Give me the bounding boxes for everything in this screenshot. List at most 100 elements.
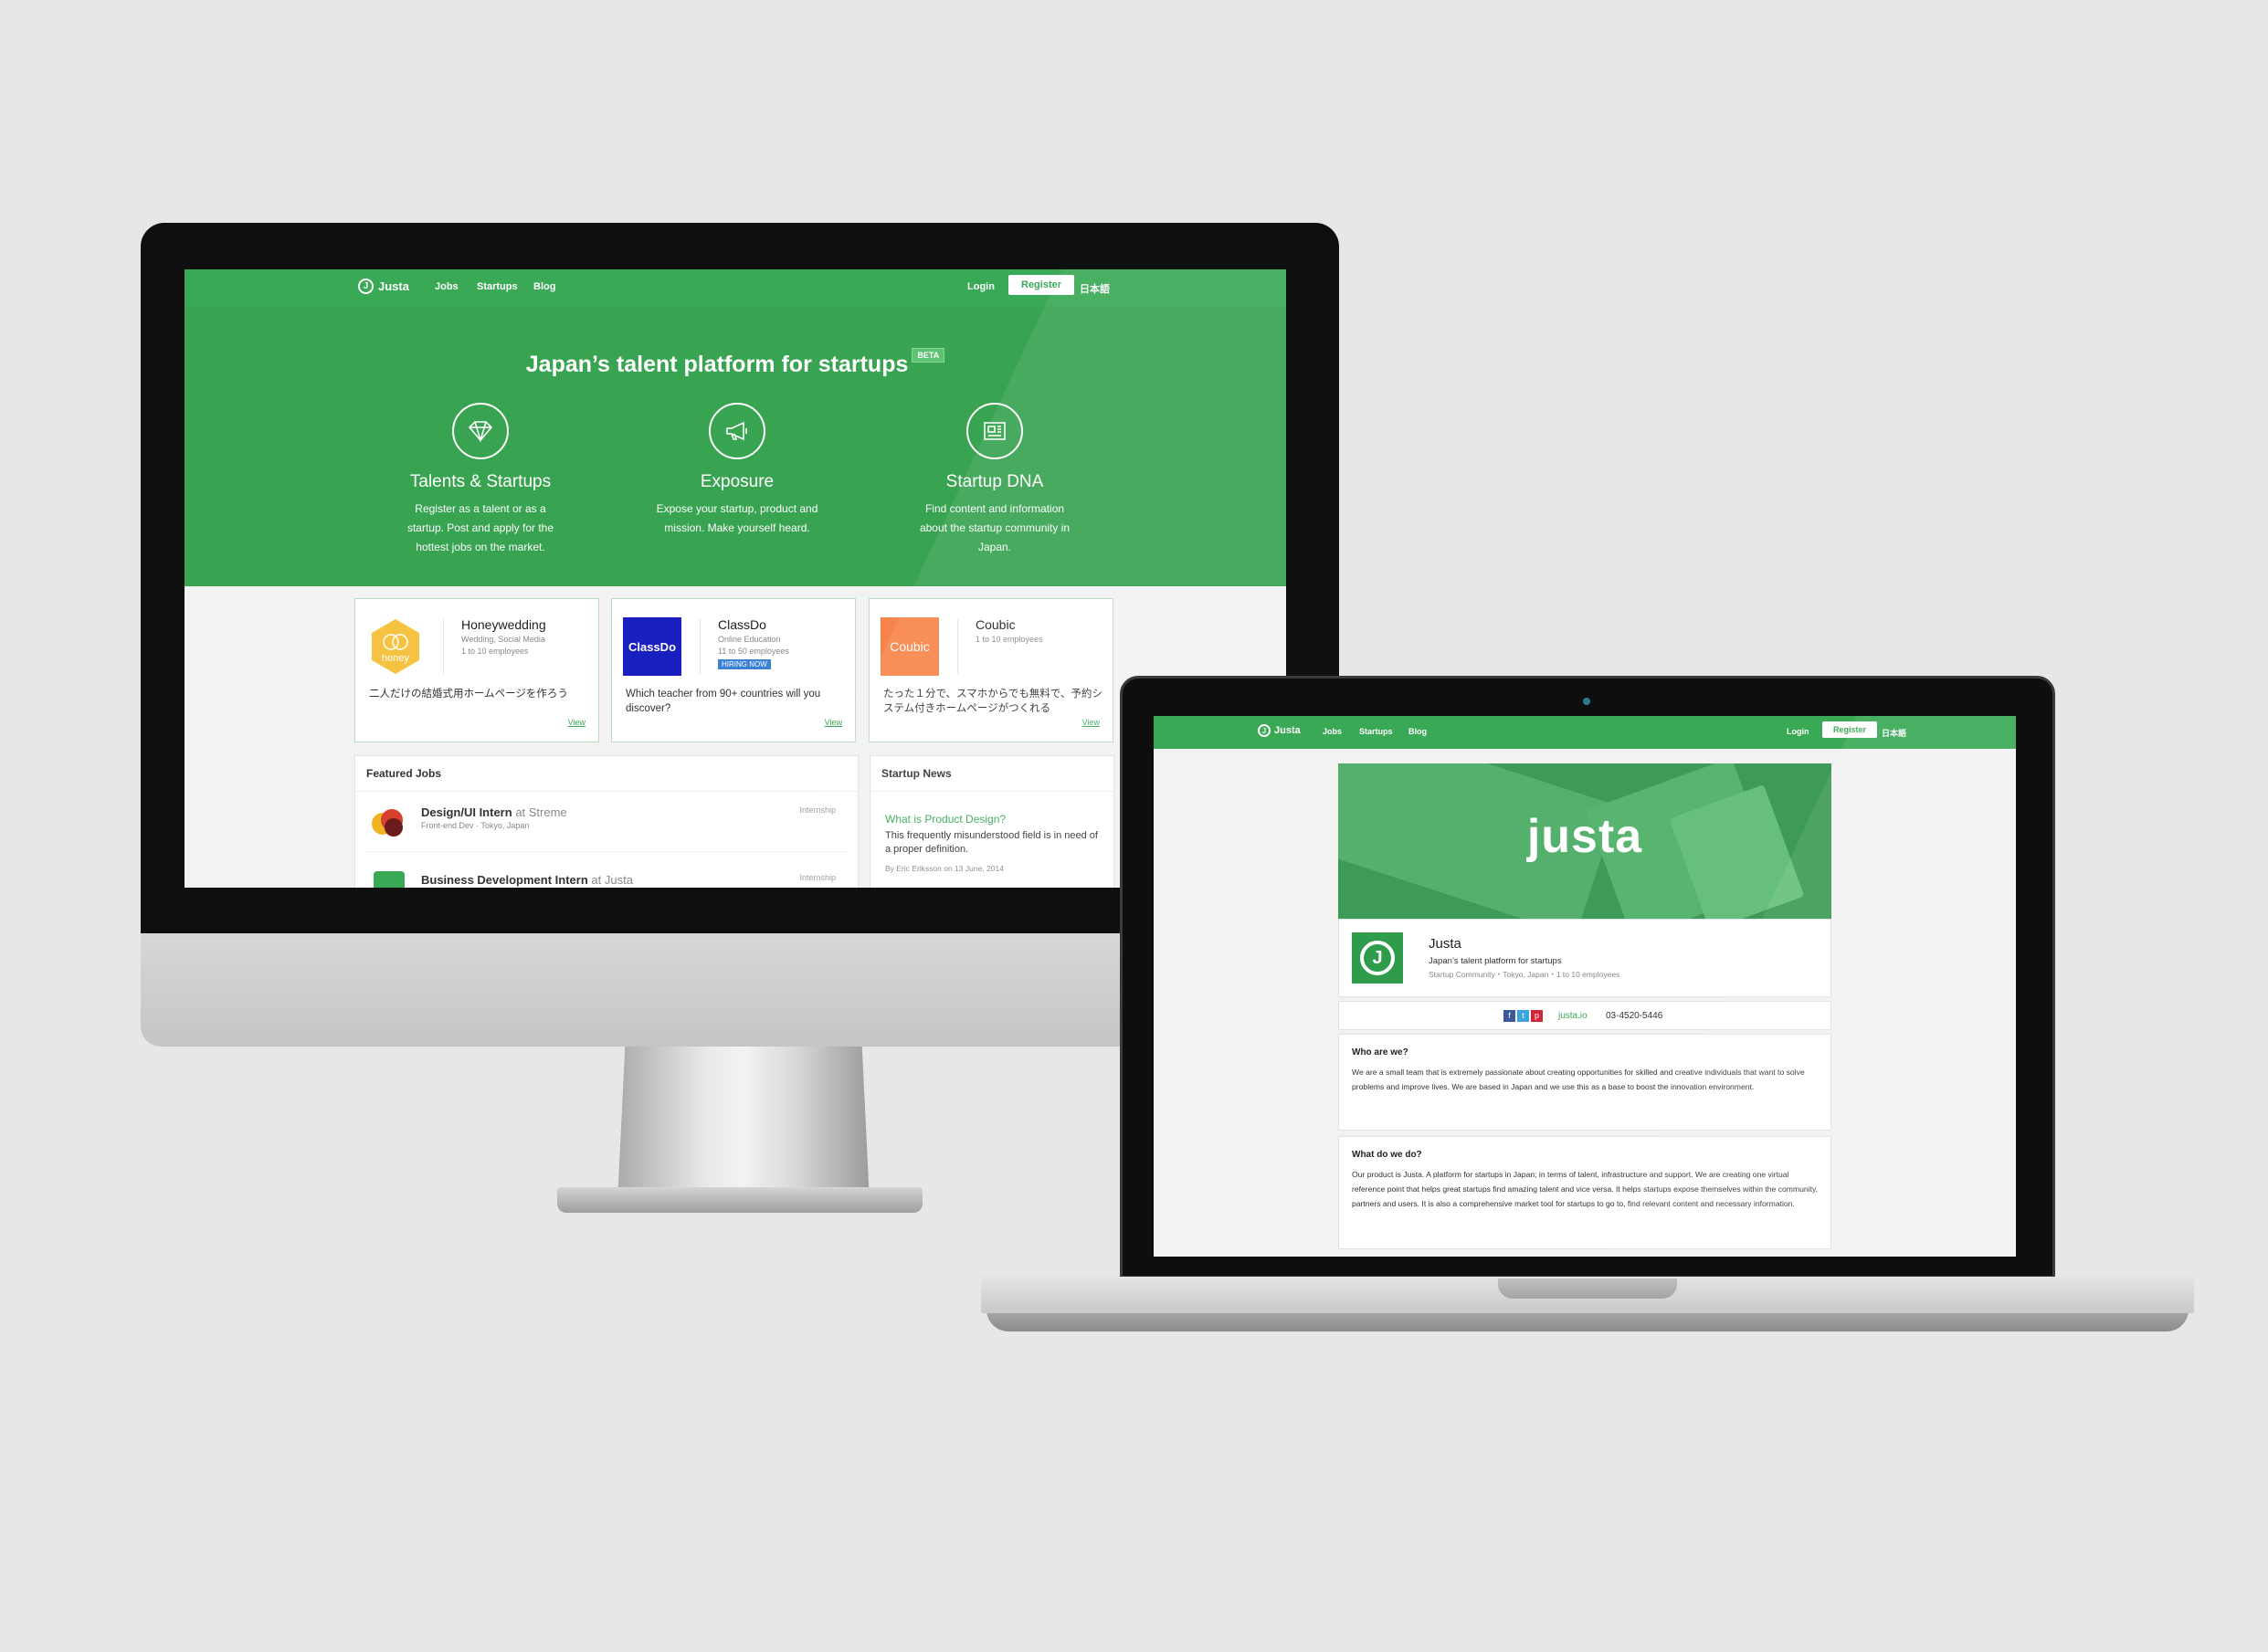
- profile-tagline: Japan’s talent platform for startups: [1429, 956, 1562, 966]
- job-title: Business Development Intern at Justa: [421, 873, 633, 887]
- nav-jobs-link[interactable]: Jobs: [435, 281, 459, 292]
- card-divider: [700, 619, 701, 674]
- profile-name: Justa: [1429, 936, 1461, 952]
- justa-logo[interactable]: J Justa: [1258, 724, 1301, 737]
- justa-logo-icon: J: [358, 279, 374, 294]
- newspaper-icon: [966, 403, 1023, 459]
- feature-title: Exposure: [700, 472, 775, 491]
- diamond-icon: [452, 403, 509, 459]
- language-link[interactable]: 日本語: [1080, 281, 1110, 296]
- startup-news-panel: Startup News What is Product Design? Thi…: [870, 755, 1114, 888]
- feature-title: Talents & Startups: [409, 472, 552, 491]
- laptop-notch: [1498, 1278, 1677, 1299]
- section-title: What do we do?: [1352, 1150, 1422, 1160]
- view-link[interactable]: View: [568, 718, 585, 727]
- justa-logo[interactable]: J Justa: [358, 279, 409, 294]
- job-subtitle: Front-end Dev · Tokyo, Japan: [421, 821, 530, 830]
- register-button[interactable]: Register: [1008, 275, 1075, 295]
- feature-exposure: Exposure Expose your startup, product an…: [628, 403, 847, 538]
- view-link[interactable]: View: [825, 718, 842, 727]
- nav-blog-link[interactable]: Blog: [1408, 727, 1427, 736]
- beta-badge: BETA: [912, 348, 945, 363]
- contact-bar: f t p justa.io 03-4520-5446: [1338, 1001, 1831, 1030]
- imac-stand: [617, 1047, 870, 1202]
- featured-jobs-title: Featured Jobs: [355, 756, 858, 792]
- startup-card[interactable]: ClassDo ClassDo Online Education 11 to 5…: [611, 598, 856, 742]
- nav-blog-link[interactable]: Blog: [533, 281, 555, 292]
- feature-desc: Expose your startup, product and mission…: [656, 502, 818, 534]
- social-icons: f t p: [1503, 1010, 1543, 1022]
- login-link[interactable]: Login: [1787, 727, 1809, 736]
- hero-section: Japan’s talent platform for startups BETA…: [185, 306, 1286, 586]
- pinterest-icon[interactable]: p: [1531, 1010, 1543, 1022]
- job-row[interactable]: Business Development Intern at Justa Int…: [366, 864, 841, 888]
- coubic-logo: Coubic: [881, 617, 939, 676]
- section-body: Our product is Justa. A platform for sta…: [1352, 1170, 1819, 1208]
- feature-desc: Find content and information about the s…: [919, 502, 1071, 553]
- news-summary: This frequently misunderstood field is i…: [885, 830, 1098, 855]
- language-link[interactable]: 日本語: [1882, 727, 1906, 739]
- featured-jobs-panel: Featured Jobs Design/UI Intern at Streme…: [354, 755, 859, 888]
- job-row[interactable]: Design/UI Intern at Streme Front-end Dev…: [366, 796, 841, 851]
- login-link[interactable]: Login: [967, 281, 995, 292]
- nav-jobs-link[interactable]: Jobs: [1323, 727, 1342, 736]
- startup-category: Online Education: [718, 635, 781, 644]
- feature-desc: Register as a talent or as a startup. Po…: [406, 502, 554, 553]
- hero-title: Japan’s talent platform for startups BETA: [185, 348, 1286, 378]
- startup-desc: 二人だけの結婚式用ホームページを作ろう: [369, 689, 568, 700]
- register-button[interactable]: Register: [1822, 721, 1878, 738]
- logo-text: Justa: [378, 279, 409, 293]
- card-divider: [443, 619, 444, 674]
- who-are-we-section: Who are we? We are a small team that is …: [1338, 1034, 1831, 1131]
- news-headline[interactable]: What is Product Design?: [885, 813, 1006, 826]
- nav-startups-link[interactable]: Startups: [1359, 727, 1393, 736]
- card-divider: [957, 619, 958, 674]
- startup-meta: Wedding, Social Media 1 to 10 employees: [461, 634, 545, 658]
- startup-card[interactable]: Coubic Coubic 1 to 10 employees たった１分で、ス…: [869, 598, 1113, 742]
- startup-name[interactable]: ClassDo: [718, 617, 766, 632]
- classdo-logo: ClassDo: [623, 617, 681, 676]
- justa-profile-logo: J: [1352, 932, 1403, 984]
- feature-talents: Talents & Startups Register as a talent …: [371, 403, 590, 557]
- facebook-icon[interactable]: f: [1503, 1010, 1515, 1022]
- startup-category: Wedding, Social Media: [461, 635, 545, 644]
- job-divider: [366, 851, 849, 852]
- job-type: Internship: [799, 805, 836, 815]
- startup-size: 11 to 50 employees: [718, 647, 789, 656]
- streme-logo: [372, 809, 403, 837]
- startup-meta: 1 to 10 employees: [976, 634, 1043, 646]
- website-link[interactable]: justa.io: [1558, 1011, 1588, 1021]
- startup-size: 1 to 10 employees: [461, 647, 529, 656]
- startup-card[interactable]: honey Honeywedding Wedding, Social Media…: [354, 598, 599, 742]
- laptop-screen: J Justa Jobs Startups Blog Login Registe…: [1154, 716, 2016, 1257]
- imac-foot: [557, 1187, 923, 1213]
- logo-text: Justa: [1274, 725, 1301, 736]
- twitter-icon[interactable]: t: [1517, 1010, 1529, 1022]
- job-company: at Justa: [591, 873, 633, 887]
- section-title: Who are we?: [1352, 1047, 1408, 1057]
- justa-logo-icon: J: [1360, 941, 1395, 975]
- profile-header: J Justa Japan’s talent platform for star…: [1338, 919, 1831, 997]
- startup-news-title: Startup News: [870, 756, 1113, 792]
- camera-icon: [1583, 698, 1590, 705]
- honeywedding-logo: honey: [372, 619, 419, 674]
- job-company: at Streme: [515, 805, 567, 819]
- profile-meta: Startup Community・Tokyo, Japan・1 to 10 e…: [1429, 970, 1620, 979]
- profile-banner: justa: [1338, 763, 1831, 919]
- megaphone-icon: [709, 403, 765, 459]
- job-title-text: Design/UI Intern: [421, 805, 512, 819]
- startup-name[interactable]: Coubic: [976, 617, 1016, 632]
- feature-startup-dna: Startup DNA Find content and information…: [885, 403, 1104, 557]
- section-body: We are a small team that is extremely pa…: [1352, 1068, 1805, 1091]
- view-link[interactable]: View: [1082, 718, 1100, 727]
- nav-startups-link[interactable]: Startups: [477, 281, 518, 292]
- news-byline: By Eric Eriksson on 13 June, 2014: [885, 864, 1004, 873]
- hiring-badge: HIRING NOW: [718, 659, 771, 669]
- top-nav: J Justa Jobs Startups Blog Login Registe…: [1154, 716, 2016, 749]
- startup-name[interactable]: Honeywedding: [461, 617, 546, 632]
- job-title-text: Business Development Intern: [421, 873, 588, 887]
- job-type: Internship: [799, 873, 836, 882]
- startup-meta: Online Education 11 to 50 employees: [718, 634, 789, 658]
- feature-title: Startup DNA: [945, 472, 1044, 491]
- top-nav: J Justa Jobs Startups Blog Login Registe…: [185, 269, 1286, 306]
